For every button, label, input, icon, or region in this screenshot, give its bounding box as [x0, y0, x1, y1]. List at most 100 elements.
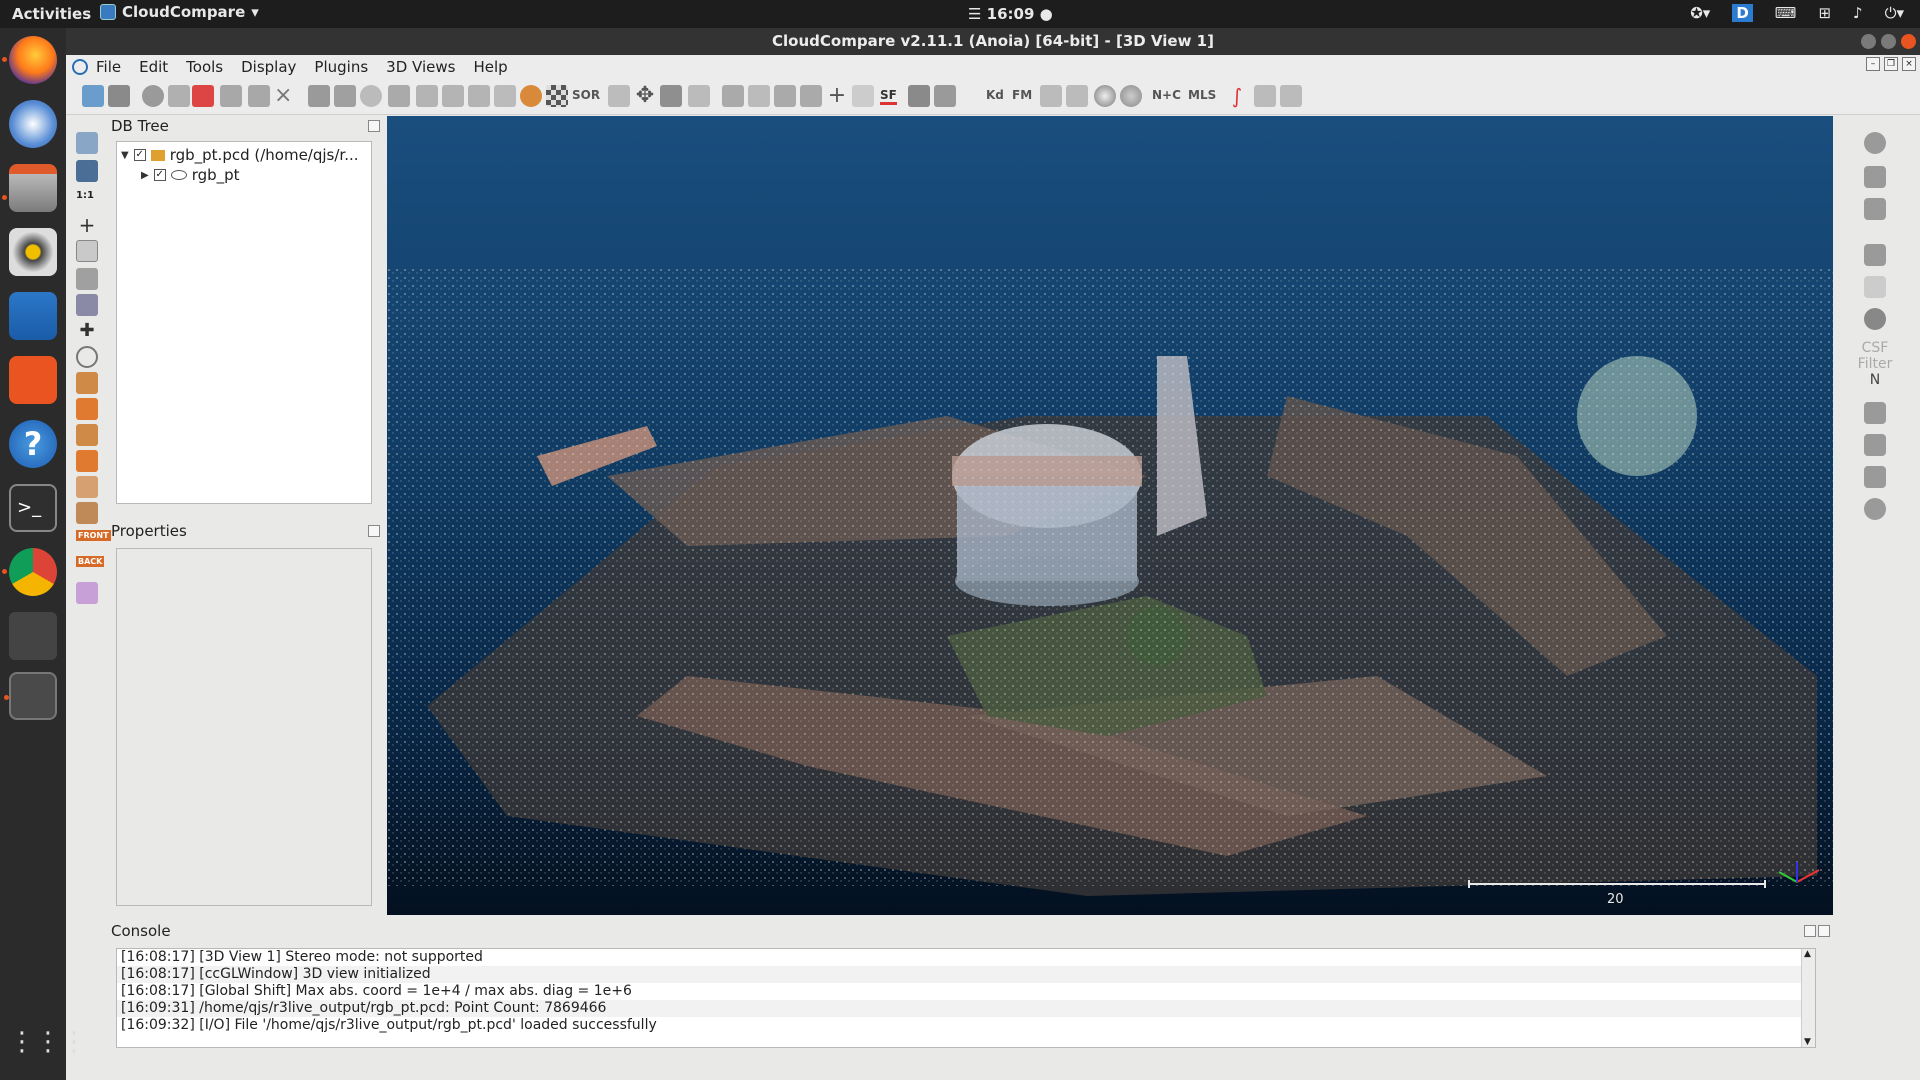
menu-help[interactable]: Help [473, 58, 507, 76]
move-icon[interactable]: ✥ [634, 85, 656, 107]
pivot-icon[interactable]: + [76, 214, 98, 236]
calculator-icon[interactable] [852, 85, 874, 107]
scroll-down-icon[interactable]: ▼ [1804, 1037, 1811, 1047]
segment-icon[interactable] [192, 85, 214, 107]
distance-icon[interactable] [416, 85, 438, 107]
menu-file[interactable]: File [96, 58, 121, 76]
hpr-icon[interactable] [1864, 402, 1886, 424]
canupo-classify-icon[interactable] [934, 85, 956, 107]
m3c2-icon[interactable] [1864, 434, 1886, 456]
canupo-create-icon[interactable] [908, 85, 930, 107]
ransac-icon[interactable]: ∫ [1226, 85, 1248, 107]
sort-icon[interactable] [774, 85, 796, 107]
scale-icon[interactable] [442, 85, 464, 107]
menu-plugins[interactable]: Plugins [314, 58, 368, 76]
volume-icon[interactable]: ♪ [1853, 4, 1863, 22]
view-back-iso-button[interactable]: BACK [76, 556, 105, 567]
visibility-checkbox[interactable]: ✓ [153, 169, 166, 181]
firefox-icon[interactable] [2, 36, 57, 84]
delete-icon[interactable]: × [274, 85, 296, 107]
plus-icon[interactable]: + [826, 85, 848, 107]
help-icon[interactable]: ? [9, 420, 57, 468]
tool-icon-a[interactable] [1040, 85, 1062, 107]
save-icon[interactable] [108, 85, 130, 107]
writer-icon[interactable] [9, 292, 57, 340]
cc-icon[interactable] [494, 85, 516, 107]
pcv-icon[interactable] [1864, 466, 1886, 488]
dict-icon[interactable]: D [1732, 4, 1753, 22]
fit-icon[interactable] [688, 85, 710, 107]
mdi-close-button[interactable]: × [1902, 57, 1916, 71]
filter-icon[interactable] [1864, 132, 1886, 154]
fast-marching-button[interactable]: FM [1012, 88, 1032, 102]
cloudcompare-dock-icon[interactable] [4, 672, 57, 720]
camera-icon[interactable] [76, 160, 98, 182]
film-icon[interactable] [1864, 244, 1886, 266]
perspective-icon[interactable] [76, 268, 98, 290]
keyboard-icon[interactable]: ⌨ [1775, 4, 1797, 22]
console-float-button[interactable] [1804, 925, 1816, 937]
merge-icon[interactable] [220, 85, 242, 107]
maximize-button[interactable] [1881, 34, 1896, 49]
db-tree-float-button[interactable] [368, 120, 380, 132]
col-icon[interactable] [1864, 166, 1886, 188]
tool-icon-b[interactable] [1066, 85, 1088, 107]
network-icon[interactable]: ⊞ [1818, 4, 1831, 22]
view-iso-icon[interactable] [76, 502, 98, 524]
console-scrollbar[interactable]: ▲ ▼ [1801, 949, 1815, 1047]
display-icon[interactable] [76, 132, 98, 154]
cube-icon[interactable] [76, 294, 98, 316]
minimize-button[interactable] [1861, 34, 1876, 49]
app-menu[interactable]: CloudCompare ▾ [100, 3, 259, 21]
probe-icon[interactable] [1864, 276, 1886, 298]
thunderbird-icon[interactable] [9, 100, 57, 148]
kd-tree-button[interactable]: Kd [986, 88, 1004, 102]
geom-icon[interactable] [1864, 198, 1886, 220]
power-icon[interactable]: ⏻▾ [1885, 4, 1904, 22]
scissors-icon[interactable] [608, 85, 630, 107]
scalar-field-button[interactable]: SF [880, 88, 897, 105]
align-icon[interactable] [248, 85, 270, 107]
octree-icon[interactable] [388, 85, 410, 107]
sample-icon[interactable] [308, 85, 330, 107]
zoom-one-to-one-button[interactable]: 1:1 [76, 190, 94, 201]
stereo-icon[interactable] [76, 582, 98, 604]
zoom-icon[interactable] [76, 346, 98, 368]
sphere-icon[interactable] [1094, 85, 1116, 107]
mls-button[interactable]: MLS [1188, 88, 1216, 102]
translate-rotate-icon[interactable] [142, 85, 164, 107]
view-front-iso-button[interactable]: FRONT [76, 530, 111, 541]
software-center-icon[interactable] [9, 356, 57, 404]
scroll-up-icon[interactable]: ▲ [1804, 949, 1811, 959]
files-icon[interactable] [2, 164, 57, 212]
sor-filter-button[interactable]: SOR [572, 88, 600, 102]
terminal-icon[interactable]: >_ [9, 484, 57, 532]
view-front-icon[interactable] [76, 398, 98, 420]
checker-icon[interactable] [546, 85, 568, 107]
console-log[interactable]: [16:08:17] [3D View 1] Stereo mode: not … [116, 948, 1816, 1048]
menu-3d-views[interactable]: 3D Views [386, 58, 455, 76]
table-icon[interactable] [800, 85, 822, 107]
list-icon[interactable] [168, 85, 190, 107]
open-icon[interactable] [82, 85, 104, 107]
view-left-icon[interactable] [76, 424, 98, 446]
activities-button[interactable]: Activities [12, 5, 91, 23]
histogram-icon[interactable] [722, 85, 744, 107]
accessibility-icon[interactable]: ✪▾ [1690, 4, 1710, 22]
north-label[interactable]: N [1844, 372, 1906, 388]
properties-float-button[interactable] [368, 525, 380, 537]
export-icon[interactable] [1280, 85, 1302, 107]
collapse-arrow-icon[interactable]: ▼ [121, 150, 129, 161]
poisson-icon[interactable] [1864, 498, 1886, 520]
mesh-icon[interactable] [520, 85, 542, 107]
center-icon[interactable]: ✚ [76, 320, 98, 342]
auto-pivot-icon[interactable] [76, 240, 98, 262]
blocked-app-icon[interactable] [9, 612, 57, 660]
menu-edit[interactable]: Edit [139, 58, 168, 76]
graph-icon[interactable] [748, 85, 770, 107]
hough-icon[interactable] [1254, 85, 1276, 107]
visibility-checkbox[interactable]: ✓ [133, 149, 146, 161]
view-bottom-icon[interactable] [76, 476, 98, 498]
menu-display[interactable]: Display [241, 58, 296, 76]
transform-icon[interactable] [468, 85, 490, 107]
